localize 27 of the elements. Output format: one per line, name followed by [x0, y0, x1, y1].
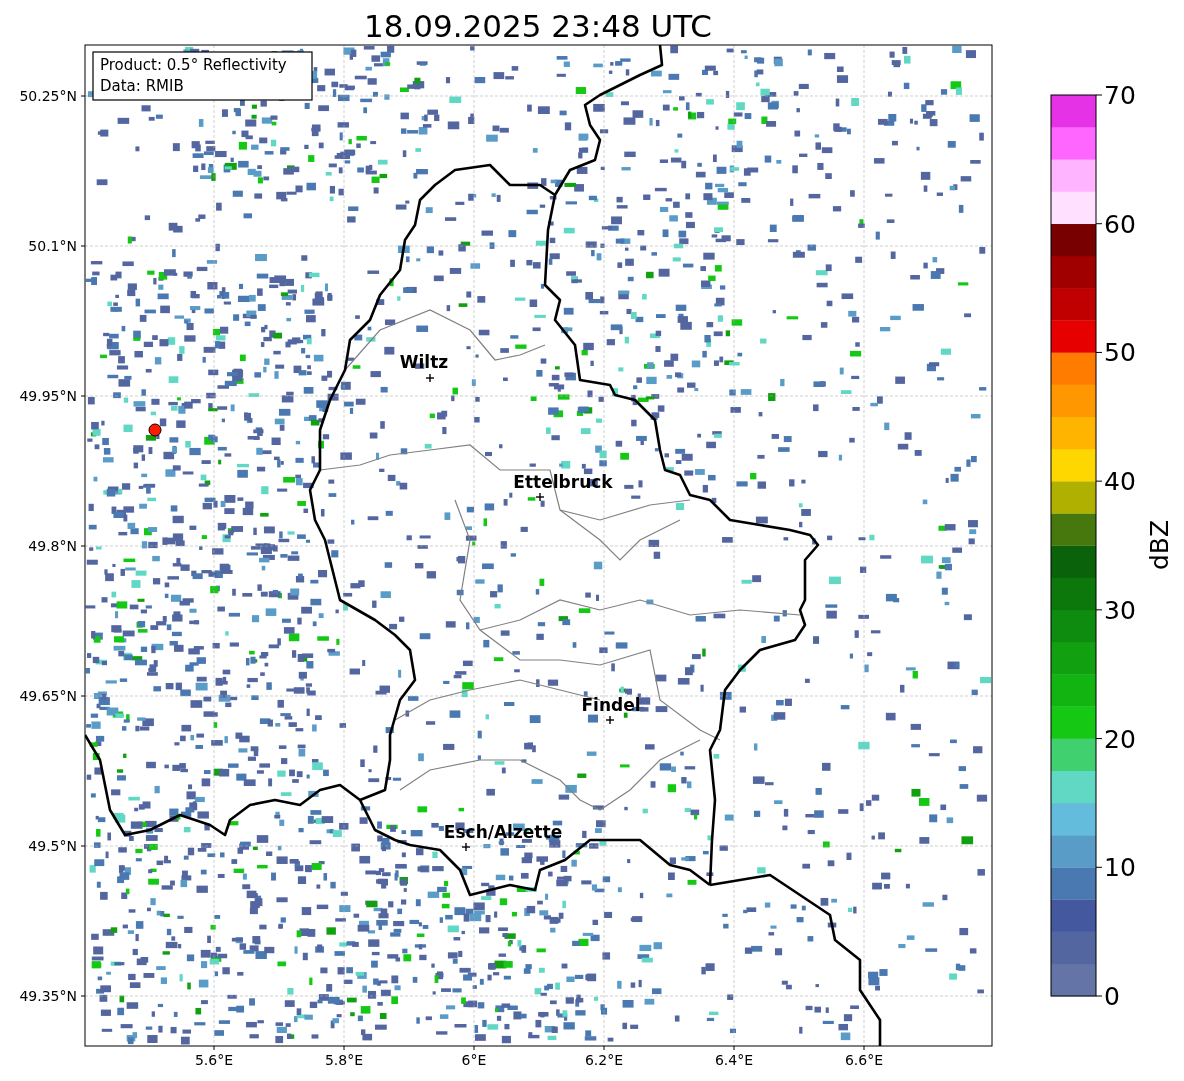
colorbar-tick-label: 70: [1104, 81, 1136, 110]
place-label: Ettelbruck: [513, 472, 613, 492]
latitude-label: 49.8°N: [28, 538, 77, 554]
colorbar-tick-label: 60: [1104, 209, 1136, 239]
longitude-label: 6.4°E: [714, 1052, 754, 1068]
latitude-label: 50.1°N: [28, 238, 77, 254]
colorbar-tick-label: 50: [1104, 338, 1136, 368]
colorbar-tick-label: 0: [1104, 982, 1120, 1011]
longitude-label: 6.6°E: [844, 1052, 884, 1068]
latitude-label: 49.35°N: [19, 988, 77, 1004]
latitude-label: 49.65°N: [19, 688, 77, 704]
longitude-label: 6°E: [461, 1052, 487, 1068]
latitude-label: 49.5°N: [28, 838, 77, 854]
colorbar-tick-label: 40: [1104, 467, 1136, 497]
colorbar-tick-label: 10: [1104, 853, 1136, 883]
latitude-label: 50.25°N: [19, 88, 77, 104]
longitude-label: 6.2°E: [584, 1052, 624, 1068]
longitude-label: 5.6°E: [194, 1052, 234, 1068]
info-box: Product: 0.5° Reflectivity Data: RMIB: [92, 51, 313, 101]
place-label: Wiltz: [399, 352, 449, 372]
colorbar-tick-label: 20: [1104, 724, 1136, 754]
colorbar-label: dBZ: [1145, 519, 1174, 571]
latitude-label: 49.95°N: [19, 388, 77, 404]
colorbar-tick-label: 30: [1104, 595, 1136, 625]
longitude-label: 5.8°E: [324, 1052, 364, 1068]
chart-title: 18.09.2025 23:48 UTC: [364, 8, 712, 44]
place-label: Findel: [581, 695, 641, 715]
